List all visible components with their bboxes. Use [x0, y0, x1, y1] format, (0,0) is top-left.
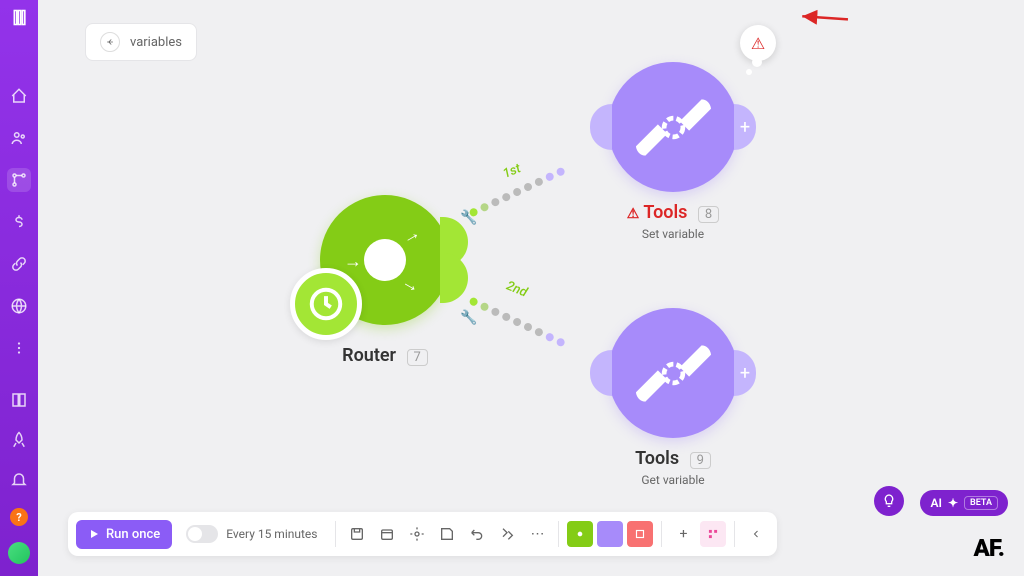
home-icon[interactable] — [7, 84, 31, 108]
tools2-subtitle: Get variable — [608, 473, 738, 487]
tools1-subtitle: Set variable — [608, 227, 738, 241]
templates-icon[interactable] — [7, 210, 31, 234]
undo-icon[interactable] — [464, 521, 490, 547]
warning-bubble[interactable]: ⚠ — [740, 25, 776, 61]
add-module-button[interactable]: + — [734, 104, 756, 150]
favorites-icon[interactable] — [700, 521, 726, 547]
router-node[interactable]: → → → Router 7 — [320, 195, 450, 366]
sidebar: ⫿⫿⫿ ? — [0, 0, 38, 576]
clock-icon[interactable] — [290, 268, 362, 340]
connections-icon[interactable] — [7, 252, 31, 276]
schedule-label: Every 15 minutes — [226, 527, 317, 541]
watermark: AF. — [973, 534, 1004, 562]
router-badge: 7 — [407, 349, 428, 366]
run-button[interactable]: Run once — [76, 520, 172, 549]
bell-icon[interactable] — [7, 468, 31, 492]
hint-button[interactable] — [874, 486, 904, 516]
rocket-icon[interactable] — [7, 428, 31, 452]
flow-control-icon[interactable] — [627, 521, 653, 547]
bottom-toolbar: Run once Every 15 minutes ⋯ + — [68, 512, 777, 556]
tools-node-2[interactable]: + Tools 9 Get variable — [608, 308, 738, 487]
tools2-badge: 9 — [690, 452, 711, 469]
team-icon[interactable] — [7, 126, 31, 150]
connection-2[interactable] — [468, 296, 566, 347]
scheduler-icon[interactable] — [374, 521, 400, 547]
annotation-arrow — [791, 0, 855, 49]
app-logo: ⫿⫿⫿ — [13, 8, 25, 28]
save-icon[interactable] — [344, 521, 370, 547]
ai-button[interactable]: AI ✦ BETA — [920, 490, 1008, 516]
webhooks-icon[interactable] — [7, 294, 31, 318]
path-label-1: 1st — [501, 161, 523, 182]
warning-icon: ⚠ — [751, 34, 765, 53]
notes-icon[interactable] — [434, 521, 460, 547]
tools2-title: Tools — [635, 448, 679, 469]
tools-node-1[interactable]: + ⚠ Tools 8 Set variable — [608, 62, 738, 241]
path-label-2: 2nd — [504, 279, 529, 301]
tools1-badge: 8 — [698, 206, 719, 223]
filter-icon[interactable]: 🔧 — [460, 310, 477, 326]
more-tools-icon[interactable]: ⋯ — [524, 521, 550, 547]
explain-flow-icon[interactable] — [567, 521, 593, 547]
scenarios-icon[interactable] — [7, 168, 31, 192]
collapse-icon[interactable] — [743, 521, 769, 547]
tools-shortcut-icon[interactable] — [597, 521, 623, 547]
add-module-button[interactable]: + — [734, 350, 756, 396]
filter-icon[interactable]: 🔧 — [460, 210, 477, 226]
avatar[interactable] — [8, 542, 30, 564]
docs-icon[interactable] — [7, 388, 31, 412]
settings-icon[interactable] — [404, 521, 430, 547]
help-icon[interactable]: ? — [10, 508, 28, 526]
schedule-toggle[interactable] — [186, 525, 218, 543]
router-title: Router — [342, 345, 396, 366]
tools1-title: Tools — [643, 202, 687, 223]
auto-align-icon[interactable] — [494, 521, 520, 547]
add-icon[interactable]: + — [670, 521, 696, 547]
canvas[interactable]: → → → Router 7 1st 🔧 2nd 🔧 + ⚠ To — [38, 0, 1024, 576]
more-icon[interactable] — [7, 336, 31, 360]
